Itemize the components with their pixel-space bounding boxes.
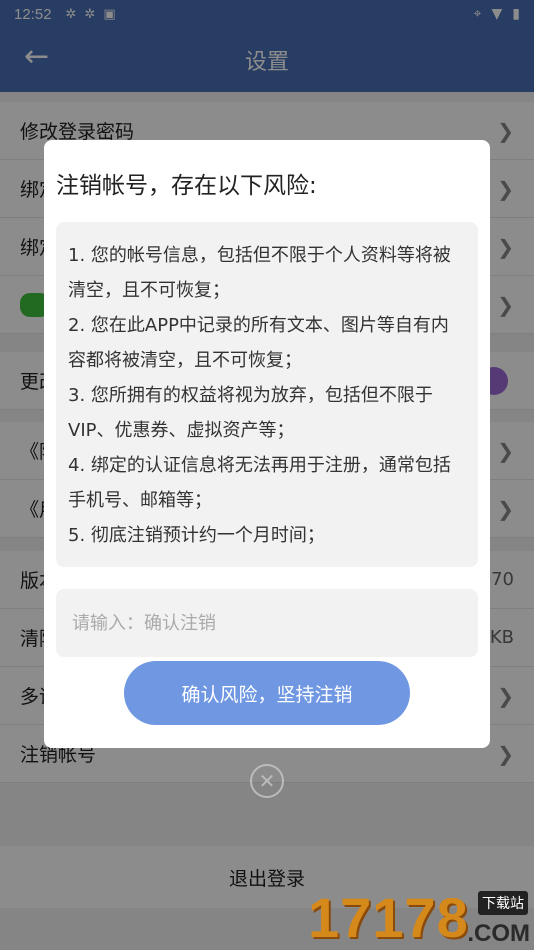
risk-item: 2. 您在此APP中记录的所有文本、图片等自有内容都将被清空，且不可恢复；: [68, 315, 449, 371]
risk-item: 4. 绑定的认证信息将无法再用于注册，通常包括手机号、邮箱等；: [68, 455, 451, 511]
risk-item: 5. 彻底注销预计约一个月时间；: [68, 525, 325, 546]
risk-list: 1. 您的帐号信息，包括但不限于个人资料等将被清空，且不可恢复； 2. 您在此A…: [56, 222, 478, 567]
confirm-input[interactable]: [72, 612, 462, 634]
confirm-deactivate-button[interactable]: 确认风险，坚持注销: [124, 661, 410, 725]
confirm-input-container: [56, 589, 478, 657]
watermark-number: 17178: [308, 886, 469, 949]
risk-item: 1. 您的帐号信息，包括但不限于个人资料等将被清空，且不可恢复；: [68, 245, 451, 301]
close-icon[interactable]: ✕: [250, 764, 284, 798]
deactivate-risk-dialog: 注销帐号，存在以下风险: 1. 您的帐号信息，包括但不限于个人资料等将被清空，且…: [44, 140, 490, 748]
watermark-suffix: .COM: [467, 920, 530, 947]
risk-item: 3. 您所拥有的权益将视为放弃，包括但不限于VIP、优惠券、虚拟资产等；: [68, 385, 433, 441]
dialog-title: 注销帐号，存在以下风险:: [56, 173, 317, 199]
watermark-logo: 17178 下载站 .COM: [308, 885, 534, 950]
watermark-tag: 下载站: [478, 891, 528, 915]
